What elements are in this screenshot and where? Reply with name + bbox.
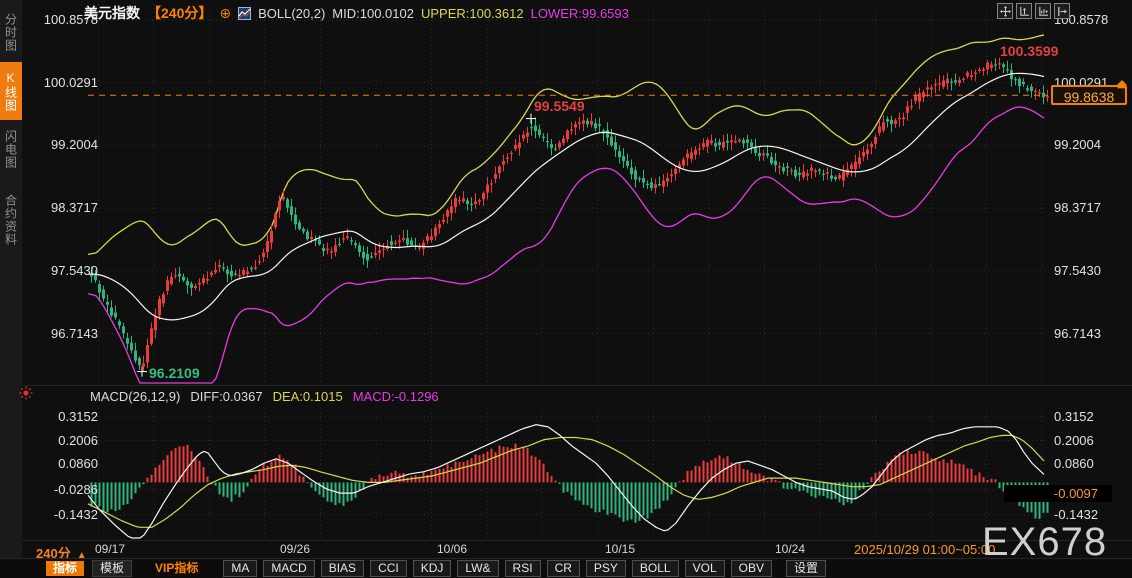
price-axis-label-right: 98.3717: [1054, 200, 1101, 216]
chart-header: 美元指数 【240分】 ⊕ BOLL(20,2) MID:100.0102 UP…: [84, 3, 629, 23]
toolbar-button-vip-indicator[interactable]: VIP指标: [148, 561, 205, 576]
toolbar-button-cr[interactable]: CR: [546, 560, 580, 577]
toolbar-button-ma[interactable]: MA: [223, 560, 258, 577]
scale-x-axis-icon[interactable]: [1035, 3, 1051, 19]
macd-current-badge: -0.0097: [1004, 485, 1112, 502]
macd-diff-value: DIFF:0.0367: [190, 389, 263, 404]
macd-axis-label-left: -0.1432: [53, 507, 98, 522]
macd-dea-value: DEA:0.1015: [272, 389, 343, 404]
price-axis-label-left: 98.3717: [51, 200, 98, 216]
macd-axis-label-left: -0.0286: [53, 481, 98, 497]
symbol-title: 美元指数: [84, 5, 140, 21]
toolbar-button-template[interactable]: 模板: [92, 560, 133, 577]
toolbar-button-macd[interactable]: MACD: [263, 560, 315, 577]
toolbar-button-psy[interactable]: PSY: [585, 560, 626, 577]
peak-price-annotation: 99.5549: [534, 98, 585, 114]
price-axis-label-left: 100.0291: [43, 74, 98, 90]
scale-y-axis-icon[interactable]: [1016, 3, 1032, 19]
x-axis-date-label: 09/26: [279, 542, 311, 556]
macd-axis-label-right: 0.3152: [1054, 409, 1094, 424]
high-price-annotation: 100.3599: [1000, 43, 1059, 59]
price-axis-label-right: 96.7143: [1054, 325, 1101, 341]
circle-plus-icon[interactable]: ⊕: [219, 6, 231, 20]
sidebar-item-flash-chart[interactable]: 闪电图: [0, 122, 22, 177]
boll-lower-value: LOWER:99.6593: [530, 5, 629, 21]
alert-sun-icon[interactable]: [19, 386, 33, 405]
macd-axis-label-right: 0.2006: [1054, 432, 1094, 448]
sidebar-item-time-chart[interactable]: 分时图: [0, 5, 22, 60]
sidebar-item-kline-chart[interactable]: K线图: [0, 62, 22, 120]
toolbar-button-vol[interactable]: VOL: [684, 560, 725, 577]
price-axis-label-right: 99.2004: [1054, 137, 1101, 153]
sidebar: 分时图 K线图 闪电图合约资料: [0, 0, 22, 578]
low-price-annotation: 96.2109: [149, 365, 200, 381]
macd-macd-value: MACD:-0.1296: [352, 389, 439, 404]
toolbar-button-lwr[interactable]: LW&: [457, 560, 499, 577]
toolbar-button-obv[interactable]: OBV: [730, 560, 772, 577]
toolbar-button-kdj[interactable]: KDJ: [412, 560, 452, 577]
x-axis-date-label: 10/06: [436, 542, 468, 556]
toolbar-button-cci[interactable]: CCI: [370, 560, 407, 577]
chart-tools: [997, 3, 1070, 19]
macd-axis-label-right: 0.0860: [1054, 456, 1094, 471]
bottom-toolbar: 指标 模板 VIP指标 MA MACD BIAS CCI KDJ LW& RSI CR PSY BOLL…: [0, 558, 1132, 578]
mini-chart-icon[interactable]: [238, 6, 252, 20]
macd-axis-label-left: 0.2006: [58, 432, 98, 448]
chart-canvas[interactable]: [0, 0, 1132, 578]
toolbar-button-bias[interactable]: BIAS: [320, 560, 365, 577]
boll-indicator-label: BOLL(20,2): [258, 5, 326, 21]
move-crosshair-icon[interactable]: [997, 3, 1013, 19]
toolbar-button-rsi[interactable]: RSI: [504, 560, 541, 577]
x-axis-date-label: 10/15: [604, 542, 636, 556]
toolbar-button-boll[interactable]: BOLL: [631, 560, 679, 577]
sidebar-item-contract-info[interactable]: 合约资料: [0, 182, 22, 258]
x-axis-date-label: 10/24: [774, 542, 806, 556]
current-bar-datetime: 2025/10/29 01:00~05:00: [851, 542, 999, 557]
toolbar-button-settings[interactable]: 设置: [785, 560, 826, 577]
app: 分时图 K线图 闪电图合约资料 美元指数 【240分】 ⊕ BOLL(20,2) M…: [0, 0, 1132, 578]
period-label: 【240分】: [147, 5, 213, 21]
price-axis-label-left: 97.5430: [51, 262, 98, 278]
price-axis-label-left: 99.2004: [51, 137, 98, 153]
price-axis-label-left: 96.7143: [51, 325, 98, 341]
shift-right-icon[interactable]: [1054, 3, 1070, 19]
price-up-arrow-icon: [1116, 76, 1128, 94]
x-axis-date-label: 09/17: [94, 542, 126, 556]
macd-axis-label-left: 0.3152: [58, 409, 98, 424]
boll-upper-value: UPPER:100.3612: [420, 5, 524, 21]
toolbar-button-indicator[interactable]: 指标: [46, 561, 85, 576]
macd-title: MACD(26,12,9): [90, 389, 181, 404]
macd-header: MACD(26,12,9) DIFF:0.0367 DEA:0.1015 MAC…: [90, 389, 439, 404]
macd-axis-label-left: 0.0860: [58, 456, 98, 471]
price-axis-label-right: 97.5430: [1054, 262, 1101, 278]
boll-mid-value: MID:100.0102: [332, 5, 414, 21]
